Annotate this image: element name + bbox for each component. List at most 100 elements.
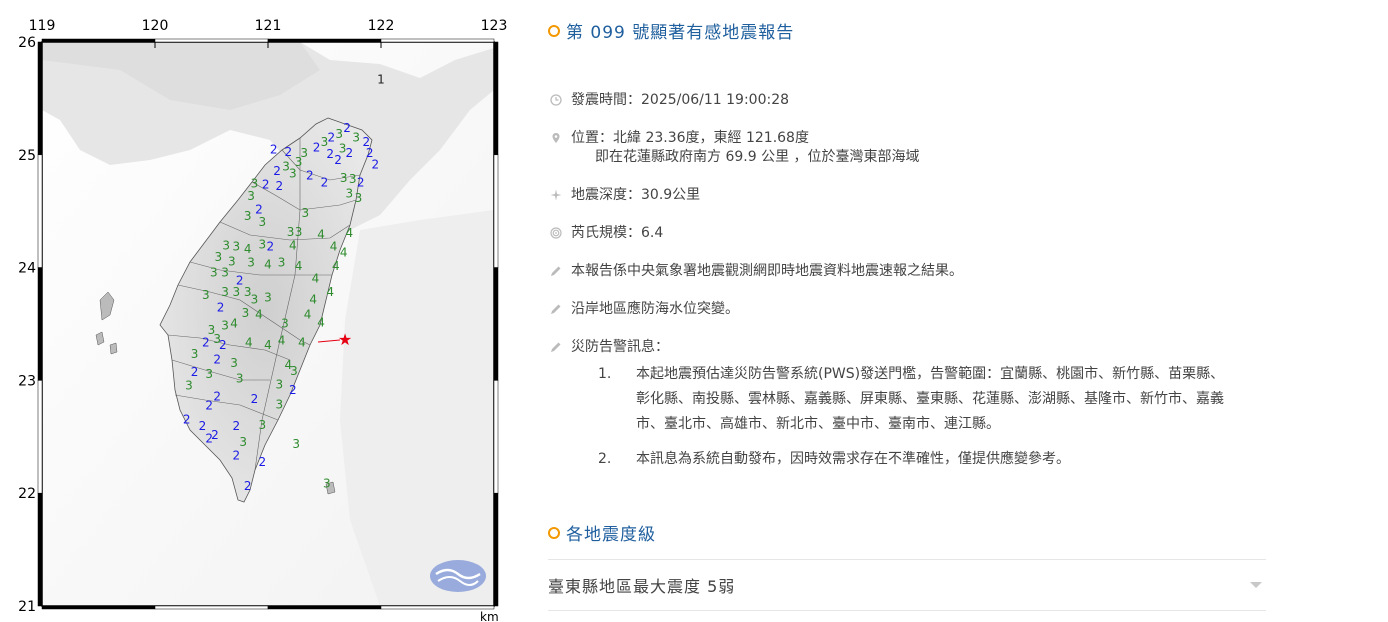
lat-tick-label: 24 <box>18 261 36 277</box>
origin-time-row: 發震時間： 2025/06/11 19:00:28 <box>548 89 1268 111</box>
intensity-label: 2 <box>205 399 213 413</box>
intensity-label: 4 <box>317 315 325 329</box>
intensity-label: 2 <box>285 145 293 159</box>
intensity-label: 2 <box>343 121 351 135</box>
intensity-map: 1223232323222232233232332332322323333344… <box>0 0 520 622</box>
warning-item: 1. 本起地震預估達災防告警系統(PWS)發送門檻，告警範圍：宜蘭縣、桃園市、新… <box>548 362 1228 437</box>
intensity-label: 2 <box>357 175 365 189</box>
pencil-icon <box>550 303 562 315</box>
intensity-label: 2 <box>346 146 354 160</box>
intensity-label: 3 <box>346 187 354 201</box>
intensity-label: 3 <box>251 293 259 307</box>
intensity-label: 3 <box>259 215 267 229</box>
intensity-label: 3 <box>355 191 363 205</box>
intensity-title-text: 各地震度級 <box>566 525 656 545</box>
intensity-label: 2 <box>244 479 252 493</box>
frame-segment <box>41 38 156 43</box>
intensity-label: 3 <box>221 319 229 333</box>
intensity-label: 3 <box>323 477 331 491</box>
intensity-section-title: 各地震度級 <box>548 520 656 545</box>
magnitude-value: 6.4 <box>641 225 664 241</box>
intensity-label: 4 <box>289 239 297 253</box>
map-canvas: 12 2 3 2 3 2 3 23 222232 2332 3 2 3 3 23323 2 232 33 33 3 4 4… <box>18 18 507 622</box>
intensity-label: 3 <box>205 367 213 381</box>
intensity-label: 3 <box>239 435 247 449</box>
intensity-label: 3 <box>352 130 360 144</box>
lon-tick-label: 120 <box>142 18 169 34</box>
intensity-label: 2 <box>259 455 267 469</box>
frame-segment <box>493 267 499 381</box>
intensity-label: 2 <box>326 147 334 161</box>
frame-segment <box>154 605 269 610</box>
intensity-label: 3 <box>191 347 199 361</box>
intensity-label: 2 <box>266 240 274 254</box>
intensity-label: 2 <box>313 140 321 154</box>
intensity-label: 3 <box>292 437 300 451</box>
lon-tick-label: 119 <box>29 18 56 34</box>
intensity-label: 3 <box>295 225 303 239</box>
magnitude-icon <box>550 227 562 239</box>
intensity-label: 3 <box>233 285 241 299</box>
intensity-label: 4 <box>298 336 306 350</box>
intensity-label: 2 <box>219 338 227 352</box>
max-intensity-accordion[interactable]: 臺東縣地區最大震度 5弱 <box>548 559 1266 611</box>
report-title: 第 099 號顯著有感地震報告 <box>548 18 1268 43</box>
pencil-icon <box>550 265 562 277</box>
note-row-1: 本報告係中央氣象署地震觀測網即時地震資料地震速報之結果。 <box>548 260 1268 282</box>
intensity-label: 3 <box>230 356 238 370</box>
pencil-icon <box>550 341 562 353</box>
intensity-label: 3 <box>278 255 286 269</box>
frame-segment <box>37 154 43 268</box>
note-text-2: 沿岸地區應防海水位突變。 <box>571 301 739 317</box>
intensity-label: 2 <box>372 157 380 171</box>
magnitude-label: 芮氏規模： <box>571 225 641 241</box>
intensity-label: 3 <box>290 364 298 378</box>
intensity-label: 2 <box>213 352 221 366</box>
intensity-label: 3 <box>222 239 230 253</box>
intensity-label: 4 <box>326 285 334 299</box>
intensity-label: 2 <box>205 431 213 445</box>
intensity-label: 4 <box>317 227 325 241</box>
origin-time-value: 2025/06/11 19:00:28 <box>641 92 790 108</box>
intensity-label: 4 <box>264 258 272 272</box>
intensity-label: 3 <box>236 372 244 386</box>
depth-row: 地震深度： 30.9公里 <box>548 184 1268 206</box>
intensity-label: 4 <box>244 242 252 256</box>
frame-segment <box>267 38 382 43</box>
depth-value: 30.9公里 <box>641 187 701 203</box>
cwa-logo-icon <box>430 560 486 592</box>
warning-text: 本訊息為系統自動發布，因時效需求存在不準確性，僅提供應變參考。 <box>636 451 1070 467</box>
warning-number: 1. <box>598 366 612 382</box>
lat-tick-label: 21 <box>18 599 36 615</box>
intensity-label: 3 <box>335 127 343 141</box>
intensity-label: 2 <box>233 448 241 462</box>
intensity-label: 4 <box>309 293 317 307</box>
intensity-label: 3 <box>340 171 348 185</box>
magnitude-row: 芮氏規模： 6.4 <box>548 222 1268 244</box>
intensity-label: 3 <box>259 237 267 251</box>
chevron-down-icon[interactable] <box>1250 582 1262 588</box>
intensity-label: 2 <box>213 390 221 404</box>
intensity-label: 1 <box>377 73 385 87</box>
intensity-label: 2 <box>334 153 342 167</box>
intensity-label: 3 <box>289 166 297 180</box>
report-title-text: 第 099 號顯著有感地震報告 <box>566 23 795 43</box>
max-intensity-text: 臺東縣地區最大震度 5弱 <box>548 577 736 596</box>
intensity-label: 3 <box>247 255 255 269</box>
lat-tick-label: 26 <box>18 35 36 51</box>
intensity-label: 2 <box>270 143 278 157</box>
intensity-label: 2 <box>191 365 199 379</box>
bullet-ring-icon <box>548 24 560 37</box>
report-panel: 第 099 號顯著有感地震報告 發震時間： 2025/06/11 19:00:28… <box>548 18 1268 482</box>
intensity-label: 4 <box>245 336 253 350</box>
intensity-label: 2 <box>273 164 281 178</box>
intensity-label: 4 <box>255 307 263 321</box>
intensity-label: 3 <box>301 206 309 220</box>
frame-segment <box>37 41 43 156</box>
warning-row: 災防告警訊息： <box>548 336 1268 358</box>
lon-tick-label: 121 <box>255 18 282 34</box>
intensity-label: 3 <box>287 225 295 239</box>
intensity-label: 2 <box>251 392 259 406</box>
bullet-ring-icon <box>548 526 560 539</box>
frame-segment <box>493 41 499 156</box>
